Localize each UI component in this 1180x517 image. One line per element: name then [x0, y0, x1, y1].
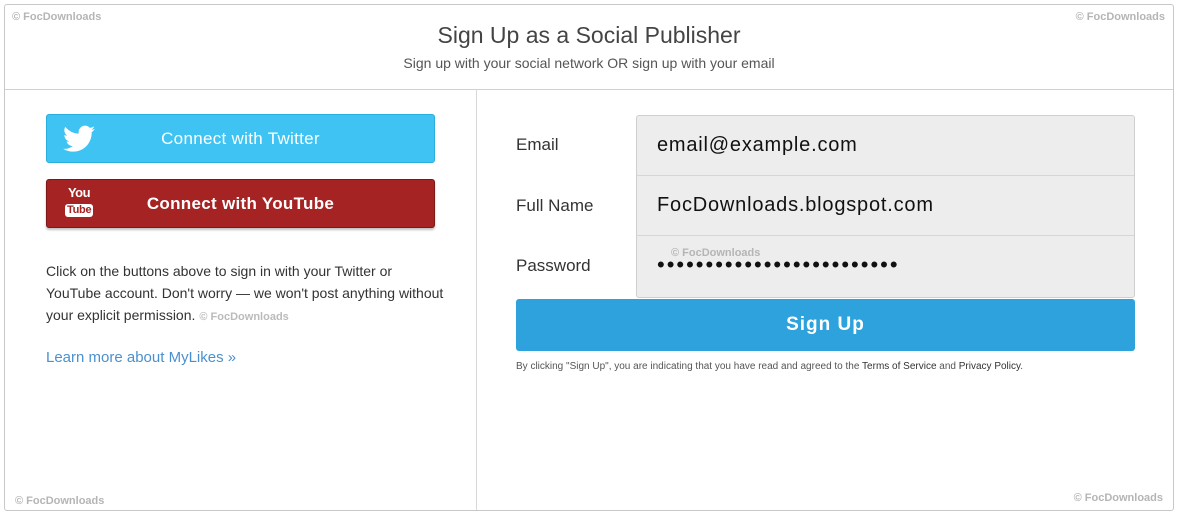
twitter-bird-icon — [63, 124, 95, 171]
twitter-button-label: Connect with Twitter — [161, 129, 320, 148]
youtube-logo-tube: Tube — [65, 204, 94, 217]
password-label: Password — [516, 256, 591, 275]
connect-youtube-button[interactable]: You Tube Connect with YouTube — [46, 179, 435, 228]
youtube-logo-icon: You Tube — [65, 185, 94, 217]
email-label: Email — [516, 135, 559, 154]
column-divider — [476, 89, 477, 510]
page-title: Sign Up as a Social Publisher — [437, 22, 741, 48]
watermark-bottom-left: © FocDownloads — [15, 495, 105, 507]
full-name-label: Full Name — [516, 196, 594, 215]
email-field[interactable]: email@example.com — [637, 116, 1134, 176]
connect-twitter-button[interactable]: Connect with Twitter — [46, 114, 435, 163]
youtube-button-label: Connect with YouTube — [146, 194, 335, 213]
watermark-top-right: © FocDownloads — [1075, 11, 1165, 23]
watermark-bottom-right: © FocDownloads — [1073, 492, 1163, 504]
full-name-field[interactable]: FocDownloads.blogspot.com — [637, 176, 1134, 236]
terms-of-service-link[interactable]: Terms of Service — [862, 361, 936, 372]
page-subtitle: Sign up with your social network OR sign… — [403, 55, 775, 71]
terms-suffix: . — [1020, 361, 1024, 372]
header: Sign Up as a Social Publisher Sign up wi… — [5, 5, 1173, 90]
signup-panel: Sign Up as a Social Publisher Sign up wi… — [4, 4, 1174, 511]
sign-up-button[interactable]: Sign Up — [516, 299, 1135, 351]
terms-notice: By clicking "Sign Up", you are indicatin… — [516, 361, 1023, 372]
social-info-text: Click on the buttons above to sign in wi… — [46, 260, 446, 328]
youtube-logo-you: You — [67, 185, 91, 200]
privacy-policy-link[interactable]: Privacy Policy — [959, 361, 1021, 372]
terms-and: and — [939, 361, 956, 372]
watermark-top-left: © FocDownloads — [12, 11, 102, 23]
password-field[interactable]: ••••••••••••••••••••••••• — [637, 237, 1134, 297]
watermark-inline: © FocDownloads — [199, 311, 289, 323]
learn-more-link[interactable]: Learn more about MyLikes » — [46, 349, 236, 366]
signup-fields: email@example.com FocDownloads.blogspot.… — [636, 115, 1135, 298]
terms-prefix: By clicking "Sign Up", you are indicatin… — [516, 361, 860, 372]
